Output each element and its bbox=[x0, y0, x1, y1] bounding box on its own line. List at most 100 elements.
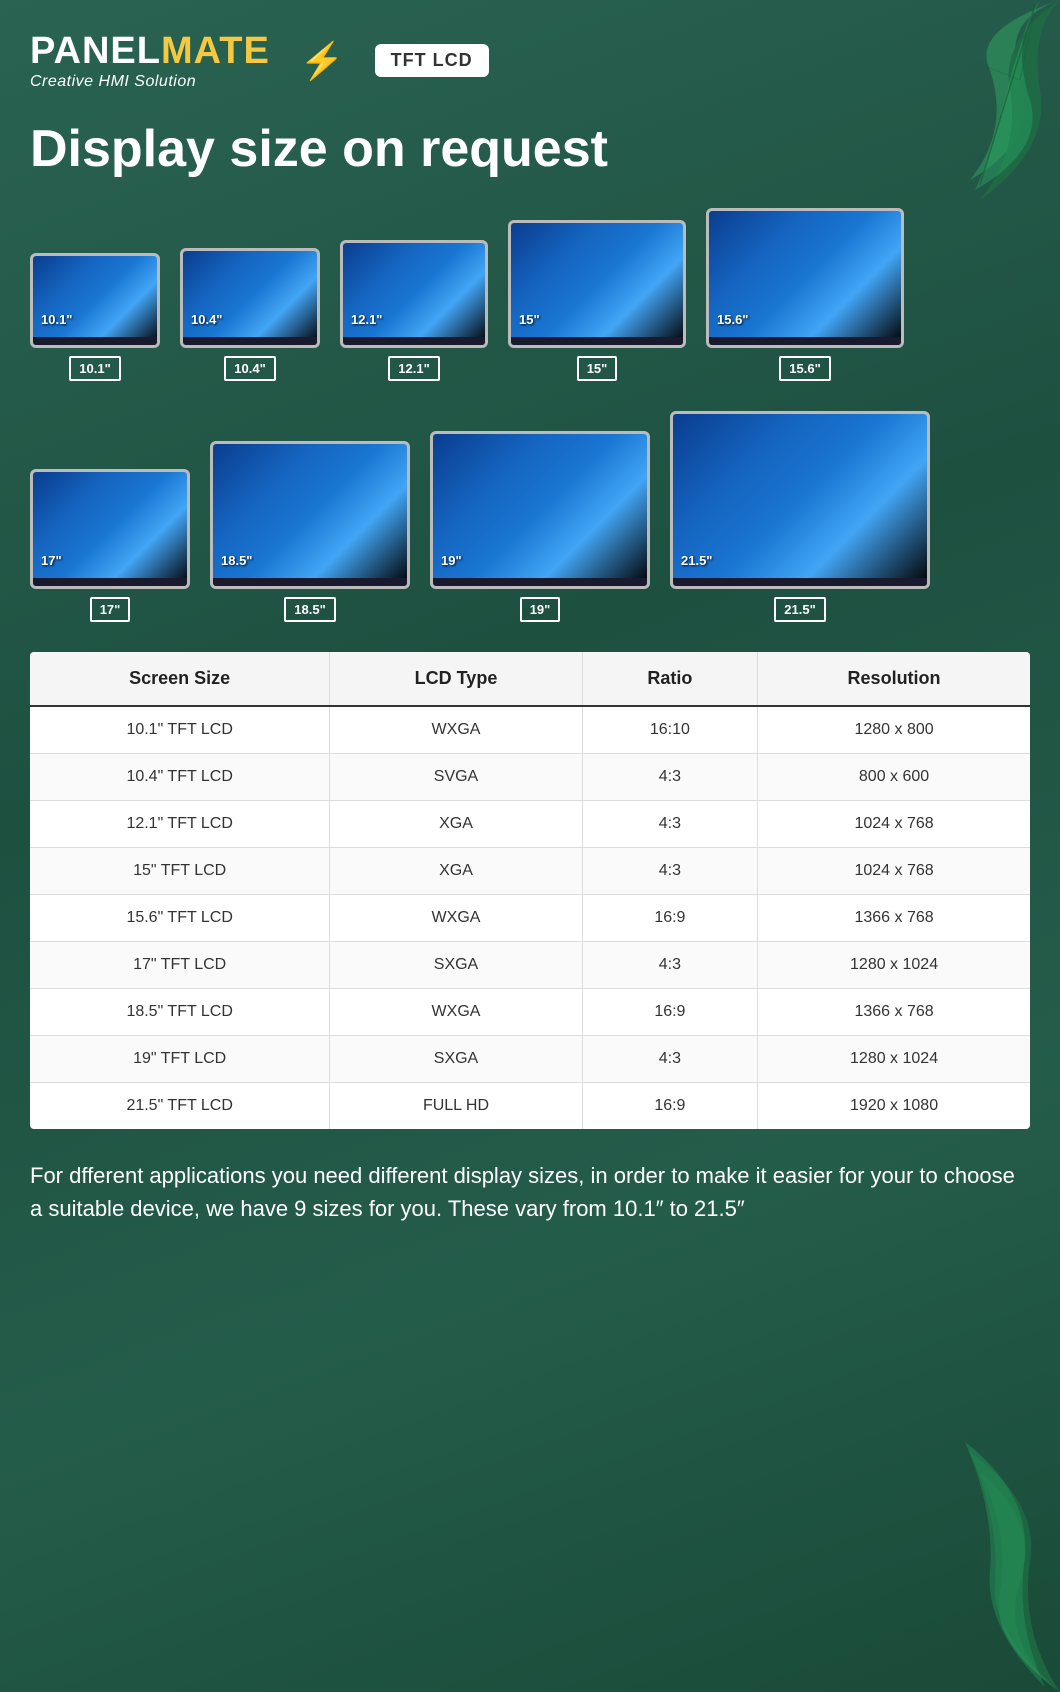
cell-lcd-type: SXGA bbox=[330, 942, 582, 989]
cell-lcd-type: SXGA bbox=[330, 1036, 582, 1083]
cell-screen-size: 18.5" TFT LCD bbox=[30, 989, 330, 1036]
monitor-item-15: 15" 15" bbox=[508, 220, 686, 381]
logo-area: PANEL MATE Creative HMI Solution bbox=[30, 30, 270, 91]
cell-screen-size: 10.1" TFT LCD bbox=[30, 706, 330, 754]
col-header-ratio: Ratio bbox=[582, 652, 757, 706]
monitor-image-215: 21.5" bbox=[670, 411, 930, 589]
table-row: 12.1" TFT LCDXGA4:31024 x 768 bbox=[30, 801, 1030, 848]
cell-resolution: 1366 x 768 bbox=[758, 989, 1030, 1036]
logo: PANEL MATE bbox=[30, 30, 270, 73]
table-row: 15.6" TFT LCDWXGA16:91366 x 768 bbox=[30, 895, 1030, 942]
col-header-lcd-type: LCD Type bbox=[330, 652, 582, 706]
size-badge-121: 12.1" bbox=[388, 356, 439, 381]
cell-lcd-type: FULL HD bbox=[330, 1083, 582, 1130]
size-badge-215: 21.5" bbox=[774, 597, 825, 622]
cell-ratio: 4:3 bbox=[582, 848, 757, 895]
table-row: 10.4" TFT LCDSVGA4:3800 x 600 bbox=[30, 754, 1030, 801]
cell-ratio: 4:3 bbox=[582, 1036, 757, 1083]
cell-ratio: 4:3 bbox=[582, 754, 757, 801]
table-row: 17" TFT LCDSXGA4:31280 x 1024 bbox=[30, 942, 1030, 989]
cell-screen-size: 15.6" TFT LCD bbox=[30, 895, 330, 942]
monitor-image-17: 17" bbox=[30, 469, 190, 589]
cell-screen-size: 15" TFT LCD bbox=[30, 848, 330, 895]
cell-ratio: 16:9 bbox=[582, 989, 757, 1036]
monitor-image-121: 12.1" bbox=[340, 240, 488, 348]
monitor-image-101: 10.1" bbox=[30, 253, 160, 348]
monitors-row-1: 10.1" 10.1" 10.4" 10.4" 12.1" bbox=[30, 208, 1030, 381]
monitor-size-label-19: 19" bbox=[441, 553, 462, 568]
monitors-row-2: 17" 17" 18.5" 18.5" 19" bbox=[30, 411, 1030, 622]
monitor-item-17: 17" 17" bbox=[30, 469, 190, 622]
table-row: 10.1" TFT LCDWXGA16:101280 x 800 bbox=[30, 706, 1030, 754]
monitor-size-label-101: 10.1" bbox=[41, 312, 72, 327]
logo-panel-text: PANEL bbox=[30, 30, 161, 73]
table-body: 10.1" TFT LCDWXGA16:101280 x 80010.4" TF… bbox=[30, 706, 1030, 1129]
monitor-size-label-121: 12.1" bbox=[351, 312, 382, 327]
cell-lcd-type: XGA bbox=[330, 801, 582, 848]
cell-resolution: 1280 x 1024 bbox=[758, 1036, 1030, 1083]
lightning-icon: ⚡ bbox=[300, 40, 345, 82]
monitor-item-185: 18.5" 18.5" bbox=[210, 441, 410, 622]
size-badge-19: 19" bbox=[520, 597, 561, 622]
cell-resolution: 1024 x 768 bbox=[758, 801, 1030, 848]
size-badge-156: 15.6" bbox=[779, 356, 830, 381]
leaf-decoration-bottom bbox=[900, 1392, 1060, 1692]
monitor-size-label-15: 15" bbox=[519, 312, 540, 327]
logo-subtitle: Creative HMI Solution bbox=[30, 73, 270, 91]
logo-mate-text: MATE bbox=[161, 30, 270, 73]
cell-resolution: 1280 x 800 bbox=[758, 706, 1030, 754]
tft-badge: TFT LCD bbox=[375, 44, 489, 77]
main-heading: Display size on request bbox=[30, 121, 1030, 178]
monitor-item-121: 12.1" 12.1" bbox=[340, 240, 488, 381]
cell-resolution: 1366 x 768 bbox=[758, 895, 1030, 942]
monitor-image-185: 18.5" bbox=[210, 441, 410, 589]
specs-table-container: Screen Size LCD Type Ratio Resolution 10… bbox=[30, 652, 1030, 1129]
cell-screen-size: 10.4" TFT LCD bbox=[30, 754, 330, 801]
cell-screen-size: 12.1" TFT LCD bbox=[30, 801, 330, 848]
cell-lcd-type: WXGA bbox=[330, 989, 582, 1036]
monitor-image-104: 10.4" bbox=[180, 248, 320, 348]
monitor-image-15: 15" bbox=[508, 220, 686, 348]
cell-resolution: 800 x 600 bbox=[758, 754, 1030, 801]
table-row: 15" TFT LCDXGA4:31024 x 768 bbox=[30, 848, 1030, 895]
col-header-screen-size: Screen Size bbox=[30, 652, 330, 706]
monitor-size-label-17: 17" bbox=[41, 553, 62, 568]
cell-lcd-type: WXGA bbox=[330, 895, 582, 942]
cell-resolution: 1280 x 1024 bbox=[758, 942, 1030, 989]
cell-lcd-type: WXGA bbox=[330, 706, 582, 754]
monitor-size-label-185: 18.5" bbox=[221, 553, 252, 568]
monitor-image-19: 19" bbox=[430, 431, 650, 589]
footer-text: For dfferent applications you need diffe… bbox=[30, 1159, 1030, 1225]
monitor-item-19: 19" 19" bbox=[430, 431, 650, 622]
monitor-image-156: 15.6" bbox=[706, 208, 904, 348]
table-row: 21.5" TFT LCDFULL HD16:91920 x 1080 bbox=[30, 1083, 1030, 1130]
cell-lcd-type: SVGA bbox=[330, 754, 582, 801]
monitor-item-215: 21.5" 21.5" bbox=[670, 411, 930, 622]
monitor-item-101: 10.1" 10.1" bbox=[30, 253, 160, 381]
size-badge-17: 17" bbox=[90, 597, 131, 622]
size-badge-185: 18.5" bbox=[284, 597, 335, 622]
size-badge-101: 10.1" bbox=[69, 356, 120, 381]
cell-screen-size: 19" TFT LCD bbox=[30, 1036, 330, 1083]
cell-screen-size: 17" TFT LCD bbox=[30, 942, 330, 989]
table-header-row: Screen Size LCD Type Ratio Resolution bbox=[30, 652, 1030, 706]
page-header: PANEL MATE Creative HMI Solution ⚡ TFT L… bbox=[30, 30, 1030, 91]
cell-ratio: 16:9 bbox=[582, 895, 757, 942]
cell-ratio: 16:9 bbox=[582, 1083, 757, 1130]
monitor-item-104: 10.4" 10.4" bbox=[180, 248, 320, 381]
monitor-size-label-104: 10.4" bbox=[191, 312, 222, 327]
cell-resolution: 1024 x 768 bbox=[758, 848, 1030, 895]
cell-ratio: 16:10 bbox=[582, 706, 757, 754]
table-row: 18.5" TFT LCDWXGA16:91366 x 768 bbox=[30, 989, 1030, 1036]
specs-table: Screen Size LCD Type Ratio Resolution 10… bbox=[30, 652, 1030, 1129]
size-badge-15: 15" bbox=[577, 356, 618, 381]
table-row: 19" TFT LCDSXGA4:31280 x 1024 bbox=[30, 1036, 1030, 1083]
cell-resolution: 1920 x 1080 bbox=[758, 1083, 1030, 1130]
cell-screen-size: 21.5" TFT LCD bbox=[30, 1083, 330, 1130]
size-badge-104: 10.4" bbox=[224, 356, 275, 381]
cell-lcd-type: XGA bbox=[330, 848, 582, 895]
monitor-item-156: 15.6" 15.6" bbox=[706, 208, 904, 381]
cell-ratio: 4:3 bbox=[582, 942, 757, 989]
monitor-size-label-156: 15.6" bbox=[717, 312, 748, 327]
monitor-size-label-215: 21.5" bbox=[681, 553, 712, 568]
